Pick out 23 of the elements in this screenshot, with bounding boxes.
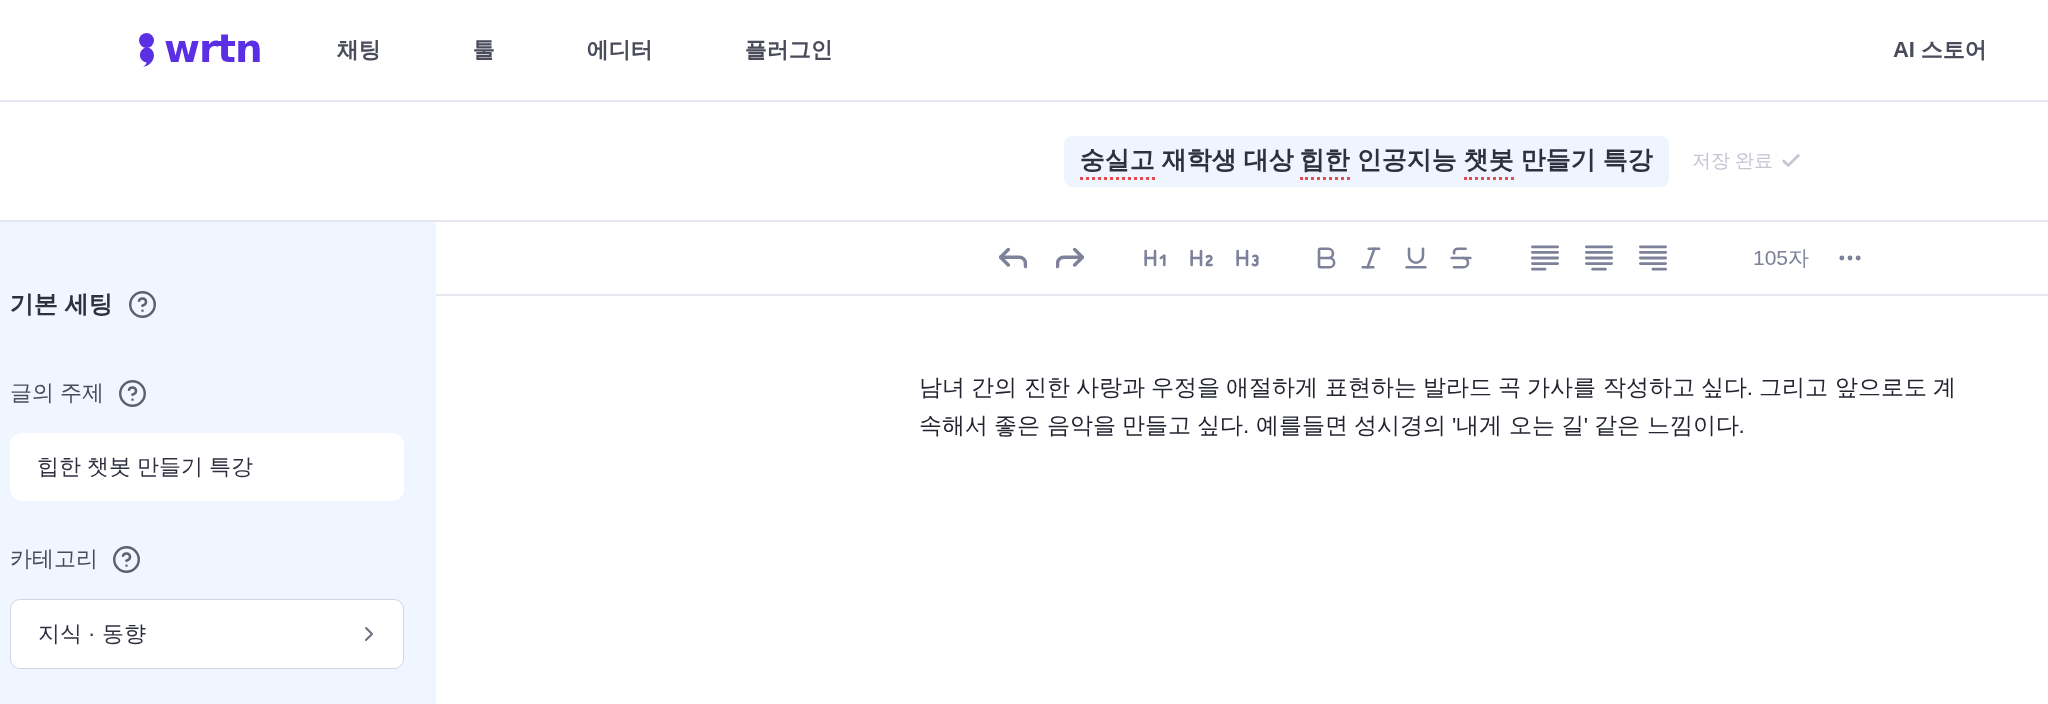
nav-link[interactable]: 에디터 bbox=[586, 35, 653, 65]
nav-link[interactable]: 툴 bbox=[472, 35, 495, 65]
field-label: 글의 주제 bbox=[10, 379, 105, 407]
nav-link[interactable]: 플러그인 bbox=[744, 35, 833, 65]
editor-text[interactable]: 남녀 간의 진한 사랑과 우정을 애절하게 표현하는 발라드 곡 가사를 작성하고 싶다. 그리고 앞으로도 계속해서 좋은 음악을 만들고 싶다. 예를들면 성시경의 '내게 오는 길' 같은 느낌이다. bbox=[919, 369, 1963, 445]
logo-mark-icon bbox=[138, 33, 155, 67]
align-left-icon[interactable] bbox=[1531, 244, 1559, 272]
help-icon[interactable] bbox=[113, 545, 140, 573]
help-icon[interactable] bbox=[128, 290, 156, 318]
section-title: 기본 세팅 bbox=[10, 289, 113, 319]
store-link[interactable]: AI 스토어 bbox=[1892, 35, 1987, 65]
logo-text[interactable]: wrtn bbox=[164, 28, 262, 72]
align-center-icon[interactable] bbox=[1585, 244, 1613, 272]
title-field[interactable]: 숭실고 재학생 대상 힙한 인공지능 챗봇 만들기 특강 bbox=[1064, 135, 1669, 187]
nav-link[interactable]: 채팅 bbox=[336, 35, 381, 65]
topic-input[interactable]: 힙한 챗봇 만들기 특강 bbox=[10, 433, 404, 501]
help-icon[interactable] bbox=[119, 379, 147, 407]
select-value: 지식 · 동향 bbox=[38, 620, 146, 648]
field-label: 카테고리 bbox=[10, 545, 98, 573]
align-right-icon[interactable] bbox=[1639, 244, 1667, 272]
category-select[interactable]: 지식 · 동향 bbox=[10, 599, 404, 669]
save-status: 저장 완료 bbox=[1691, 149, 1773, 173]
character-count: 105자 bbox=[1753, 245, 1810, 271]
